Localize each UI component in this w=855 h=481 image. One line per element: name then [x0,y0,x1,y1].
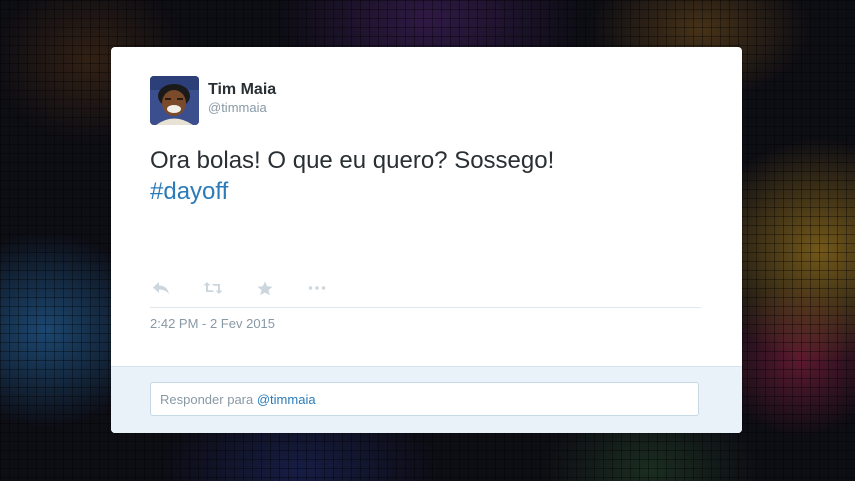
retweet-icon[interactable] [202,278,224,298]
reply-input[interactable]: Responder para @timmaia [150,382,699,416]
divider [150,307,701,308]
tweet-text: Ora bolas! O que eu quero? Sossego! #day… [150,145,710,207]
author-names: Tim Maia @timmaia [208,80,276,116]
hashtag-link[interactable]: #dayoff [150,178,228,205]
avatar-image [150,76,199,125]
reply-placeholder-handle: @timmaia [256,392,316,407]
reply-section: Responder para @timmaia [111,366,742,433]
tweet-timestamp[interactable]: 2:42 PM - 2 Fev 2015 [150,316,275,331]
tweet-header: Tim Maia @timmaia [150,76,276,125]
user-handle[interactable]: @timmaia [208,100,276,116]
more-options-icon[interactable] [306,278,328,298]
favorite-star-icon[interactable] [254,278,276,298]
tweet-actions [150,278,358,298]
reply-placeholder-prefix: Responder para [160,392,254,407]
display-name[interactable]: Tim Maia [208,80,276,100]
avatar[interactable] [150,76,199,125]
reply-icon[interactable] [150,278,172,298]
tweet-card: Tim Maia @timmaia Ora bolas! O que eu qu… [111,47,742,433]
tweet-body: Ora bolas! O que eu quero? Sossego! [150,147,555,174]
